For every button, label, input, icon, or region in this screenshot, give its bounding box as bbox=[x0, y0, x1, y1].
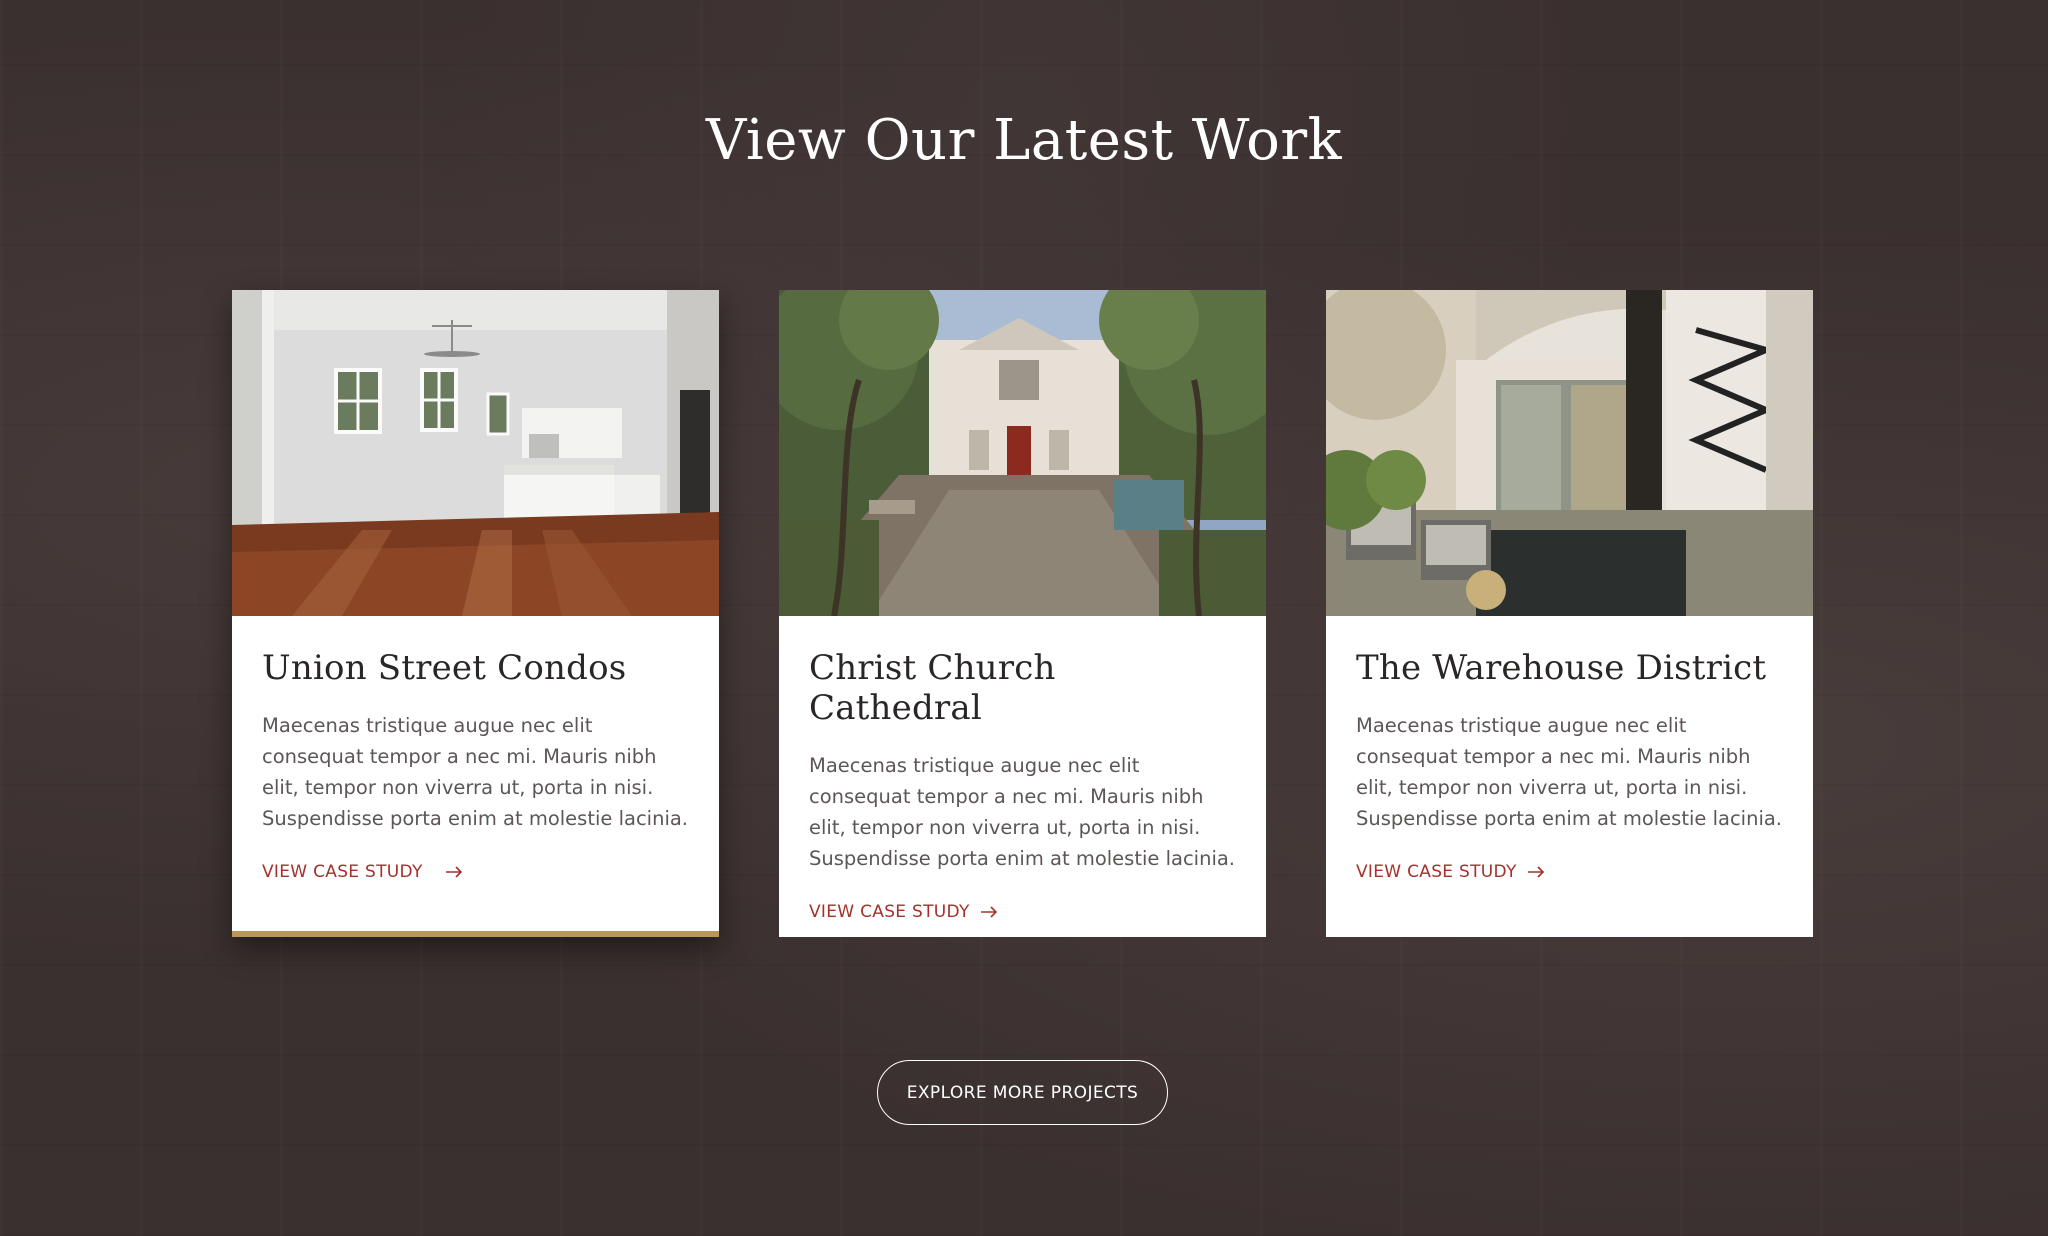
view-case-study-link[interactable]: VIEW CASE STUDY bbox=[809, 902, 998, 922]
card-description: Maecenas tristique augue nec elit conseq… bbox=[809, 754, 1236, 870]
arrow-right-icon bbox=[980, 906, 997, 918]
arrow-right-icon bbox=[1527, 866, 1544, 878]
view-case-study-link[interactable]: VIEW CASE STUDY bbox=[1356, 862, 1545, 882]
section-title: View Our Latest Work bbox=[705, 108, 1343, 173]
card-title[interactable]: The Warehouse District bbox=[1356, 648, 1783, 688]
patio-exterior-image[interactable] bbox=[1326, 290, 1813, 616]
project-cards: Union Street Condos Maecenas tristique a… bbox=[232, 290, 1813, 937]
cathedral-courtyard-image[interactable] bbox=[779, 290, 1266, 616]
project-card-christ-church[interactable]: Christ Church Cathedral Maecenas tristiq… bbox=[779, 290, 1266, 937]
arrow-right-icon bbox=[445, 866, 462, 878]
view-case-study-link[interactable]: VIEW CASE STUDY bbox=[262, 862, 463, 882]
kitchen-interior-image[interactable] bbox=[232, 290, 719, 616]
card-description: Maecenas tristique augue nec elit conseq… bbox=[262, 714, 689, 830]
explore-more-projects-button[interactable]: EXPLORE MORE PROJECTS bbox=[877, 1060, 1168, 1125]
view-case-study-label: VIEW CASE STUDY bbox=[1356, 862, 1517, 882]
card-title[interactable]: Union Street Condos bbox=[262, 648, 689, 688]
view-case-study-label: VIEW CASE STUDY bbox=[262, 862, 423, 882]
view-case-study-label: VIEW CASE STUDY bbox=[809, 902, 970, 922]
card-description: Maecenas tristique augue nec elit conseq… bbox=[1356, 714, 1783, 830]
card-title[interactable]: Christ Church Cathedral bbox=[809, 648, 1236, 728]
project-card-warehouse-district[interactable]: The Warehouse District Maecenas tristiqu… bbox=[1326, 290, 1813, 937]
project-card-union-street[interactable]: Union Street Condos Maecenas tristique a… bbox=[232, 290, 719, 937]
